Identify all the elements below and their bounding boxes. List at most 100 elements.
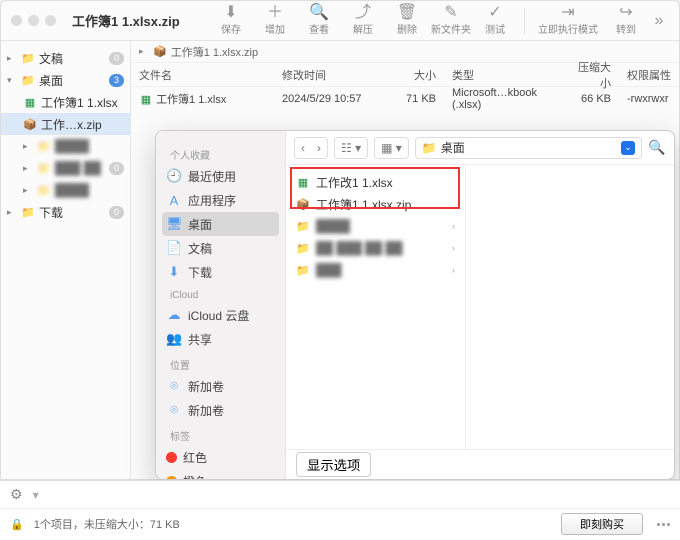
save-icon: ⬇ [210,5,252,21]
gear-icon[interactable]: ⚙ [10,486,23,503]
view-mode[interactable]: ☷ ▾ [334,137,368,159]
sidebar-group: iCloud [156,284,285,303]
path-text: 工作簿1 1.xlsx.zip [171,44,258,60]
tb-test[interactable]: ✓测试 [474,5,516,36]
sidebar-tag-orange[interactable]: 橙色 [156,469,285,479]
list-item[interactable]: 📁████› [286,215,465,237]
apps-icon: A [166,193,182,208]
tree-item[interactable]: ▸📁下载0 [1,201,130,223]
archive-icon: 📦 [153,45,167,58]
window-controls [11,15,56,26]
sidebar-tag-red[interactable]: 红色 [156,445,285,469]
hdr-name[interactable]: 文件名 [131,67,274,83]
folder-icon: 📁 [37,183,51,197]
table-row[interactable]: ▦ 工作簿1 1.xlsx 2024/5/29 10:57 71 KB Micr… [131,87,679,111]
hdr-date[interactable]: 修改时间 [274,67,384,83]
columns-icon[interactable]: ☷ ▾ [335,141,367,155]
sidebar-group: 标签 [156,422,285,445]
xlsx-icon: ▦ [296,175,310,189]
max-dot[interactable] [45,15,56,26]
tb-extract[interactable]: ⤴解压 [342,5,384,36]
finder-main: ‹› ☷ ▾ ▦ ▾ 📁 桌面 ⌄ 🔍 ▦工作改1 1.xlsx 📦工作簿1 1… [286,131,674,479]
tree-item-selected[interactable]: 📦工作…x.zip [1,113,130,135]
tree-item[interactable]: ▸📁███ ██0 [1,157,130,179]
view-icon: 🔍 [298,5,340,21]
show-options-button[interactable]: 显示选项 [296,452,371,477]
add-icon: ＋ [254,5,296,21]
xlsx-icon: ▦ [139,93,153,107]
tb-save[interactable]: ⬇保存 [210,5,252,36]
window-title: 工作簿1 1.xlsx.zip [72,11,180,30]
folder-icon: 📁 [21,73,35,87]
back-icon[interactable]: ‹ [295,141,311,155]
delete-icon: 🗑 [386,5,428,21]
finder-column-empty [466,165,674,449]
tb-add[interactable]: ＋增加 [254,5,296,36]
folder-icon: 📁 [37,161,51,175]
finder-column: ▦工作改1 1.xlsx 📦工作簿1 1.xlsx.zip 📁████› 📁██… [286,165,466,449]
search-button[interactable]: 🔍 [648,139,666,156]
titlebar: 工作簿1 1.xlsx.zip ⬇保存 ＋增加 🔍查看 ⤴解压 🗑删除 ✎新文件… [1,1,679,41]
list-item[interactable]: 📦工作簿1 1.xlsx.zip [286,193,465,215]
grid-icon[interactable]: ▦ ▾ [375,141,408,155]
list-item[interactable]: 📁██ ███ ██ ██› [286,237,465,259]
xlsx-icon: ▦ [23,95,37,109]
resize-grip-icon[interactable] [657,523,670,526]
finder-columns: ▦工作改1 1.xlsx 📦工作簿1 1.xlsx.zip 📁████› 📁██… [286,165,674,449]
buy-now-button[interactable]: 即刻购买 [561,513,643,535]
tb-newfolder[interactable]: ✎新文件夹 [430,5,472,36]
sidebar-item-icloud[interactable]: ☁iCloud 云盘 [156,303,285,327]
documents-icon: 📄 [166,240,182,256]
list-item[interactable]: 📁███› [286,259,465,281]
tb-view[interactable]: 🔍查看 [298,5,340,36]
finder-bottom-bar: 显示选项 [286,449,674,479]
sidebar-item-shared[interactable]: 👥共享 [156,327,285,351]
hdr-zip[interactable]: 压缩大小 [564,59,619,91]
sidebar-item-downloads[interactable]: ⬇下载 [156,260,285,284]
desktop-icon: 🖥 [166,216,182,232]
tag-dot-icon [166,476,177,480]
tag-dot-icon [166,452,177,463]
tree-item[interactable]: ▾📁桌面3 [1,69,130,91]
group-mode[interactable]: ▦ ▾ [374,137,409,159]
sidebar-item-documents[interactable]: 📄文稿 [156,236,285,260]
tree-item[interactable]: ▦工作簿1 1.xlsx [1,91,130,113]
forward-icon[interactable]: › [311,141,327,155]
tree-item[interactable]: ▸📁████ [1,179,130,201]
sidebar-item-desktop[interactable]: 🖥桌面 [162,212,279,236]
sidebar-item-volume[interactable]: ⌾新加卷 [156,374,285,398]
hdr-kind[interactable]: 类型 [444,67,564,83]
hdr-perm[interactable]: 权限属性 [619,67,679,83]
search-icon: 🔍 [648,139,665,155]
tree-item[interactable]: ▸📁████ [1,135,130,157]
lock-icon[interactable]: 🔒 [10,518,24,531]
nav-back-forward[interactable]: ‹› [294,137,328,159]
finder-window: 个人收藏 🕘最近使用 A应用程序 🖥桌面 📄文稿 ⬇下载 iCloud ☁iCl… [155,130,675,480]
chevron-down-icon[interactable]: ▾ [33,488,39,502]
folder-icon: 📁 [21,51,35,65]
sidebar-item-recents[interactable]: 🕘最近使用 [156,164,285,188]
hdr-size[interactable]: 大小 [384,67,444,83]
tb-runmode[interactable]: ⇥立即执行模式 [533,5,603,36]
column-headers: 文件名 修改时间 大小 类型 压缩大小 权限属性 [131,63,679,87]
tree-item[interactable]: ▸📁文稿0 [1,47,130,69]
dropdown-icon[interactable]: ⌄ [621,141,635,155]
disk-icon: ⌾ [166,378,182,394]
list-item[interactable]: ▦工作改1 1.xlsx [286,171,465,193]
sidebar-item-volume[interactable]: ⌾新加卷 [156,398,285,422]
tb-goto[interactable]: ↪转到 [605,5,647,36]
folder-icon: 📁 [21,205,35,219]
toolbar: ⬇保存 ＋增加 🔍查看 ⤴解压 🗑删除 ✎新文件夹 ✓测试 ⇥立即执行模式 ↪转… [210,5,669,36]
status-bar: ⚙ ▾ 🔒 1个项目，未压缩大小：71 KB 即刻购买 [0,480,680,540]
sidebar-group: 位置 [156,351,285,374]
sidebar-item-apps[interactable]: A应用程序 [156,188,285,212]
tb-more[interactable]: » [649,13,669,29]
zip-icon: 📦 [296,197,310,211]
tb-delete[interactable]: 🗑删除 [386,5,428,36]
location-selector[interactable]: 📁 桌面 ⌄ [415,137,642,159]
extract-icon: ⤴ [342,5,384,21]
disk-icon: ⌾ [166,402,182,418]
close-dot[interactable] [11,15,22,26]
min-dot[interactable] [28,15,39,26]
clock-icon: 🕘 [166,168,182,184]
